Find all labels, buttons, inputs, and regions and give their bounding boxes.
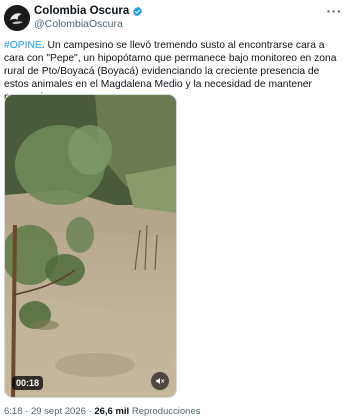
tweet-header: Colombia Oscura @ColombiaOscura ··· — [4, 4, 346, 32]
avatar-logo-icon — [4, 5, 30, 31]
hashtag-link[interactable]: #OPINE — [4, 40, 42, 51]
mute-button[interactable] — [151, 372, 169, 390]
display-name-text[interactable]: Colombia Oscura — [34, 5, 129, 18]
video-frame — [5, 95, 176, 397]
video-duration: 00:18 — [12, 376, 44, 390]
view-count: 26,6 mil — [94, 406, 130, 417]
more-options-icon[interactable]: ··· — [327, 4, 343, 18]
author-avatar[interactable] — [4, 5, 30, 31]
video-player[interactable]: 00:18 — [4, 94, 177, 398]
author-display-name[interactable]: Colombia Oscura — [34, 5, 143, 18]
author-names[interactable]: Colombia Oscura @ColombiaOscura — [34, 5, 143, 31]
verified-badge-icon — [133, 6, 143, 17]
tweet-meta: 6:18 · 29 sept 2026 · 26,6 mil Reproducc… — [4, 406, 201, 417]
view-label: Reproducciones — [129, 406, 201, 417]
tweet-date[interactable]: 29 sept 2026 — [31, 406, 86, 417]
muted-speaker-icon — [156, 378, 165, 384]
tweet-time[interactable]: 6:18 — [4, 406, 23, 417]
meta-separator: · — [22, 406, 31, 417]
author-handle[interactable]: @ColombiaOscura — [34, 18, 143, 31]
